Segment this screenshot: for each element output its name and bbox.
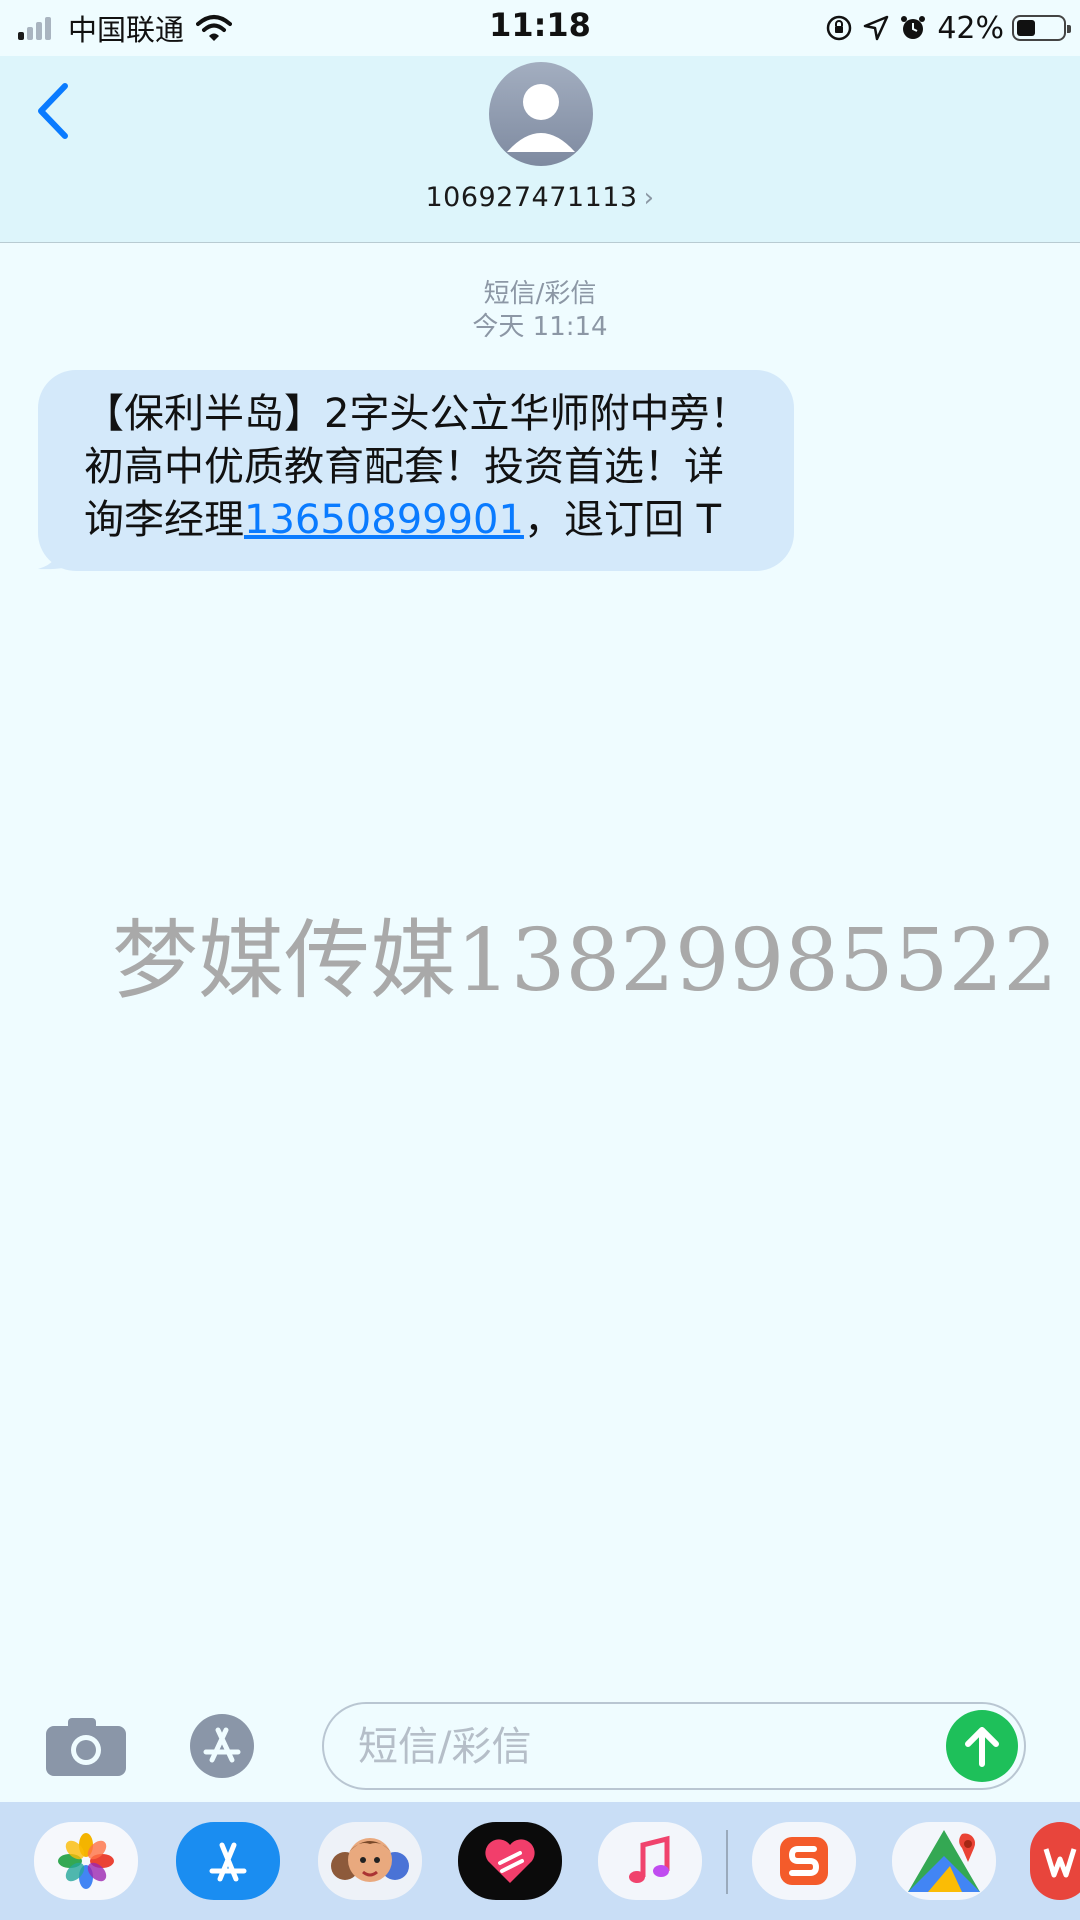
back-button[interactable] [28,76,78,146]
chevron-right-icon: › [643,183,655,213]
person-icon [507,84,575,152]
input-bar [0,1690,1080,1800]
wps-icon [1043,1848,1077,1878]
message-type-label: 短信/彩信 [483,279,597,309]
incoming-message: 【保利半岛】2字头公立华师附中旁！初高中优质教育配套！投资首选！详询李经理136… [38,370,794,571]
phone-number-link[interactable]: 13650899901 [244,497,524,543]
contact-avatar[interactable] [489,62,593,166]
dock-divider [726,1830,728,1894]
message-input[interactable] [356,1718,920,1776]
memoji-icon [331,1838,409,1882]
app-store-icon [209,1842,247,1882]
digital-touch-icon [485,1839,535,1883]
memoji-app[interactable] [318,1822,422,1900]
chevron-left-icon [38,83,68,139]
message-text-end: ，退订回 T [523,497,722,543]
camera-button[interactable] [44,1714,128,1778]
alarm-icon [899,14,927,42]
contact-name-button[interactable]: 106927471113 › [0,182,1080,213]
battery-icon [1012,15,1071,41]
wps-app[interactable] [1030,1822,1080,1900]
contact-number: 106927471113 [425,182,638,213]
google-maps-app[interactable] [892,1822,996,1900]
camera-icon [46,1718,126,1776]
message-meta: 短信/彩信 今天 11:14 [0,278,1080,344]
battery-percentage: 42% [937,10,1004,46]
app-store-app[interactable] [176,1822,280,1900]
location-icon [863,15,889,41]
photos-app[interactable] [34,1822,138,1900]
messages-screen: 中国联通 11:18 42% 106927471113 › 短信/彩信 今天 1… [0,0,1080,1920]
music-icon [629,1835,670,1883]
status-right: 42% [815,8,1071,48]
conversation-header: 106927471113 › [0,56,1080,243]
music-app[interactable] [598,1822,702,1900]
apps-icon [190,1714,254,1778]
arrow-up-icon [965,1727,999,1767]
message-timestamp: 今天 11:14 [472,312,608,342]
send-button[interactable] [946,1710,1018,1782]
sogou-app[interactable] [752,1822,856,1900]
rotation-lock-icon [825,14,853,42]
watermark-text: 梦媒传媒13829985522 [112,911,1058,1011]
google-maps-icon [908,1830,980,1892]
message-input-field[interactable] [322,1702,1026,1790]
message-bubble[interactable]: 【保利半岛】2字头公立华师附中旁！初高中优质教育配套！投资首选！详询李经理136… [38,370,794,571]
photos-icon [58,1833,114,1889]
app-drawer [0,1802,1080,1920]
app-store-drawer-button[interactable] [182,1712,276,1780]
sogou-icon [780,1837,828,1885]
status-bar: 中国联通 11:18 42% [0,0,1080,56]
digital-touch-app[interactable] [458,1822,562,1900]
